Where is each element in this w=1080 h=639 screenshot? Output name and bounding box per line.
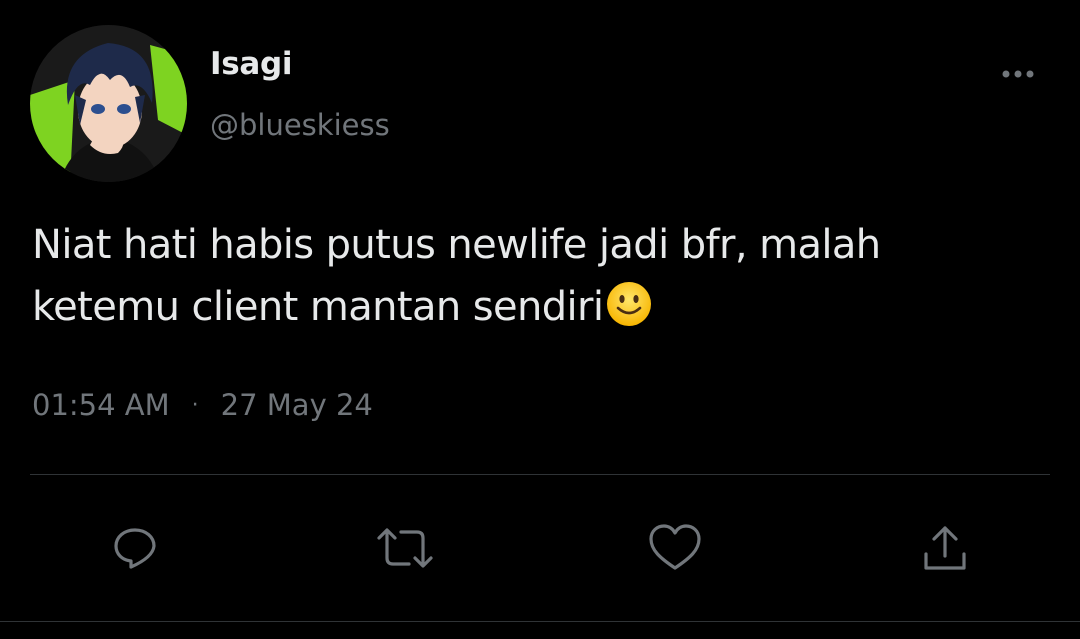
display-name[interactable]: Isagi bbox=[210, 46, 293, 82]
tweet-text-content: Niat hati habis putus newlife jadi bfr, … bbox=[32, 222, 881, 330]
avatar[interactable] bbox=[30, 25, 187, 182]
reply-button[interactable] bbox=[105, 518, 165, 578]
user-handle[interactable]: @blueskiess bbox=[210, 108, 390, 142]
tweet-date[interactable]: 27 May 24 bbox=[221, 388, 373, 422]
tweet-card: Isagi @blueskiess Niat hati habis putus … bbox=[0, 0, 1080, 639]
share-icon bbox=[924, 526, 966, 570]
heart-icon bbox=[649, 524, 701, 570]
tweet-meta: 01:54 AM · 27 May 24 bbox=[32, 388, 373, 422]
more-icon bbox=[1002, 70, 1034, 78]
meta-separator: · bbox=[191, 392, 199, 418]
tweet-text: Niat hati habis putus newlife jadi bfr, … bbox=[32, 214, 1032, 338]
avatar-image bbox=[30, 25, 187, 182]
retweet-icon bbox=[377, 528, 433, 568]
bottom-divider bbox=[0, 621, 1080, 622]
share-button[interactable] bbox=[915, 518, 975, 578]
slightly-smiling-face-icon bbox=[607, 282, 652, 326]
retweet-button[interactable] bbox=[375, 518, 435, 578]
like-button[interactable] bbox=[645, 518, 705, 578]
reply-icon bbox=[114, 528, 156, 569]
more-button[interactable] bbox=[998, 62, 1038, 86]
tweet-time[interactable]: 01:54 AM bbox=[32, 388, 170, 422]
divider bbox=[30, 474, 1050, 475]
